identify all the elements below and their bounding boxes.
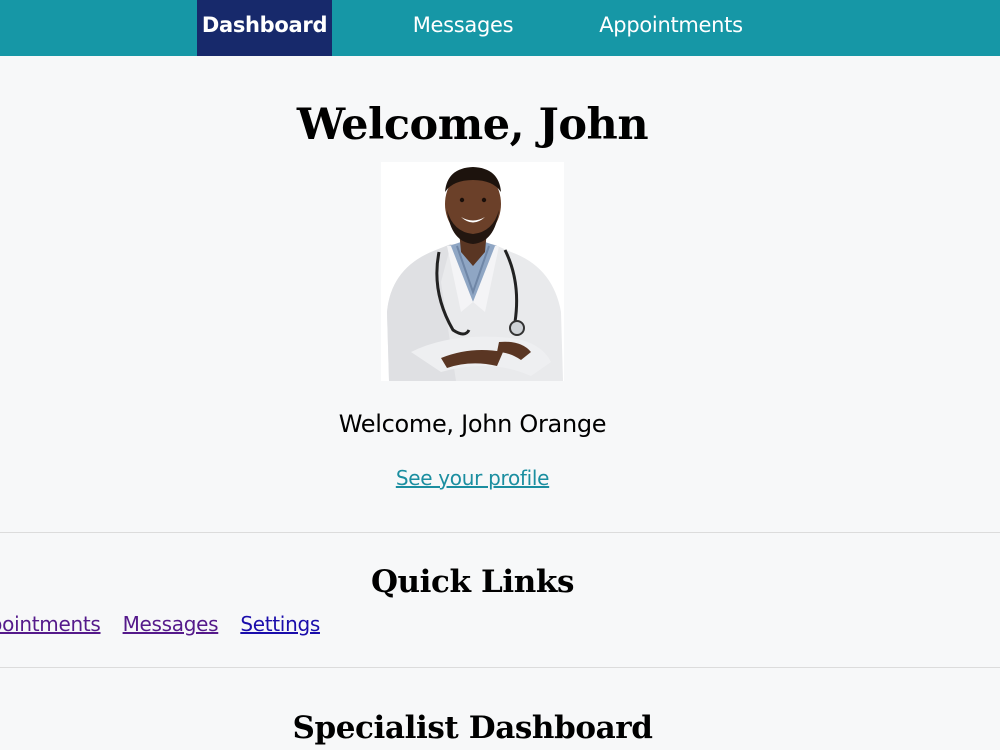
profile-link-row: See your profile: [0, 466, 945, 490]
quick-link-settings[interactable]: Settings: [240, 612, 320, 636]
quick-links-title: Quick Links: [370, 564, 575, 600]
see-profile-link[interactable]: See your profile: [396, 466, 550, 490]
specialist-dashboard-title: Specialist Dashboard: [292, 710, 653, 746]
welcome-section: Welcome, John Welcome, John Orange See y…: [0, 56, 1000, 532]
top-nav: Dashboard Messages Appointments: [0, 0, 1000, 56]
doctor-portrait-image: [381, 162, 564, 381]
tab-appointments[interactable]: Appointments: [590, 0, 752, 56]
tab-messages[interactable]: Messages: [400, 0, 526, 56]
divider: [0, 532, 1000, 533]
divider: [0, 667, 1000, 668]
page-title: Welcome, John: [296, 100, 649, 150]
quick-link-messages[interactable]: Messages: [123, 612, 219, 636]
quick-link-appointments[interactable]: Appointments: [0, 612, 101, 636]
welcome-subtitle: Welcome, John Orange: [338, 410, 607, 438]
avatar: [381, 162, 564, 381]
quick-links-list: Appointments Messages Settings: [0, 612, 336, 636]
tab-dashboard[interactable]: Dashboard: [197, 0, 332, 56]
